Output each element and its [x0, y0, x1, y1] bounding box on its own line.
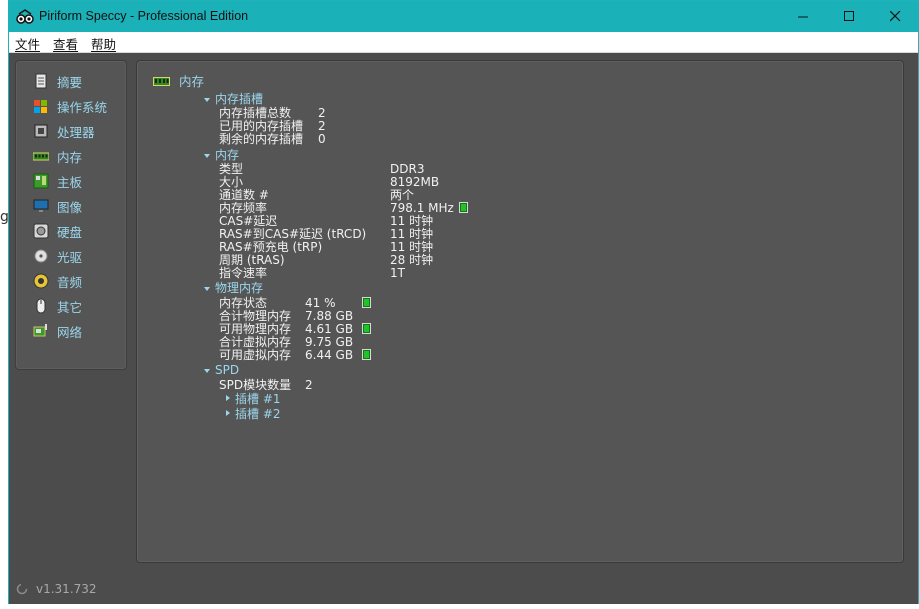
sidebar-item-optical[interactable]: 光驱: [16, 245, 126, 267]
version-label: v1.31.732: [36, 582, 97, 596]
network-icon: [33, 324, 47, 337]
loading-spinner-icon: [16, 583, 28, 595]
background-text-fragment: g: [0, 209, 9, 225]
sidebar-item-network[interactable]: 网络: [16, 320, 126, 342]
sidebar-label: 图像: [57, 199, 83, 215]
minimize-button[interactable]: [780, 1, 826, 32]
maximize-icon: [843, 11, 854, 21]
collapse-caret-icon[interactable]: [204, 287, 210, 291]
collapse-caret-icon[interactable]: [204, 154, 210, 158]
speccy-app-icon: [16, 9, 34, 24]
row-label: SPD模块数量: [219, 378, 292, 392]
speccy-window: Piriform Speccy - Professional Edition 文…: [8, 0, 919, 604]
sidebar-label: 内存: [57, 149, 83, 165]
maximize-button[interactable]: [826, 1, 872, 32]
sidebar-label: 光驱: [57, 249, 83, 265]
sidebar-item-audio[interactable]: 音频: [16, 270, 126, 292]
status-bar: v1.31.732: [9, 573, 918, 604]
available-virtual-led: [362, 349, 371, 360]
menu-bar: 文件 查看 帮助: [9, 32, 918, 53]
sidebar: 摘要 操作系统 处理器 内存 主板 图像 硬盘 光驱 音频 其它 网络: [15, 60, 127, 370]
row-label: 剩余的内存插槽: [219, 132, 304, 146]
content-area: 摘要 操作系统 处理器 内存 主板 图像 硬盘 光驱 音频 其它 网络 内存 内…: [9, 53, 918, 573]
menu-view[interactable]: 查看: [53, 34, 78, 53]
spd-slot-1[interactable]: 插槽 #1: [235, 393, 281, 406]
expand-caret-icon[interactable]: [226, 395, 230, 401]
row-label: 指令速率: [219, 266, 268, 280]
summary-icon: [35, 73, 47, 89]
sidebar-label: 网络: [57, 324, 83, 340]
speaker-icon: [33, 273, 49, 289]
sidebar-label: 操作系统: [57, 99, 108, 115]
hdd-icon: [33, 223, 49, 239]
menu-file[interactable]: 文件: [15, 34, 40, 53]
collapse-caret-icon[interactable]: [204, 369, 210, 373]
menu-help[interactable]: 帮助: [91, 34, 116, 53]
ram-icon: [33, 152, 49, 161]
sidebar-item-summary[interactable]: 摘要: [16, 70, 126, 92]
sidebar-item-os[interactable]: 操作系统: [16, 95, 126, 117]
page-title: 内存: [179, 74, 205, 89]
spd-slot-2[interactable]: 插槽 #2: [235, 408, 281, 421]
row-label: 可用虚拟内存: [219, 348, 292, 362]
sidebar-label: 摘要: [57, 74, 83, 90]
row-value: 6.44 GB: [305, 348, 354, 362]
sidebar-label: 主板: [57, 174, 83, 190]
minimize-icon: [797, 16, 808, 18]
windows-icon: [34, 100, 47, 113]
ram-icon: [153, 77, 170, 86]
window-title: Piriform Speccy - Professional Edition: [39, 9, 249, 23]
section-heading-physical[interactable]: 物理内存: [215, 282, 263, 295]
sidebar-item-peripherals[interactable]: 其它: [16, 295, 126, 317]
close-button[interactable]: [872, 1, 918, 32]
detail-panel: 内存 内存插槽 内存插槽总数 2 已用的内存插槽 2 剩余的内存插槽 0 内存 …: [136, 60, 904, 563]
sidebar-item-motherboard[interactable]: 主板: [16, 170, 126, 192]
row-value: 1T: [390, 266, 405, 280]
cpu-icon: [34, 124, 48, 138]
available-memory-led: [362, 323, 371, 334]
section-heading-spd[interactable]: SPD: [215, 364, 239, 377]
memory-load-led: [362, 297, 371, 308]
sidebar-label: 音频: [57, 274, 83, 290]
motherboard-icon: [33, 173, 49, 189]
monitor-icon: [33, 199, 49, 212]
optical-drive-icon: [34, 249, 48, 263]
row-value: 0: [318, 132, 326, 146]
mouse-icon: [36, 298, 46, 314]
sidebar-item-storage[interactable]: 硬盘: [16, 220, 126, 242]
section-heading-memory[interactable]: 内存: [215, 149, 239, 162]
section-heading-slots[interactable]: 内存插槽: [215, 93, 263, 106]
sidebar-label: 硬盘: [57, 224, 83, 240]
row-value: 2: [305, 378, 313, 392]
sidebar-item-graphics[interactable]: 图像: [16, 195, 126, 217]
close-icon: [889, 11, 900, 22]
sidebar-item-ram[interactable]: 内存: [16, 145, 126, 167]
sidebar-item-cpu[interactable]: 处理器: [16, 120, 126, 142]
expand-caret-icon[interactable]: [226, 410, 230, 416]
sidebar-label: 其它: [57, 299, 83, 315]
frequency-status-led: [459, 202, 468, 213]
sidebar-label: 处理器: [57, 124, 95, 140]
collapse-caret-icon[interactable]: [204, 98, 210, 102]
title-bar[interactable]: Piriform Speccy - Professional Edition: [9, 1, 918, 32]
